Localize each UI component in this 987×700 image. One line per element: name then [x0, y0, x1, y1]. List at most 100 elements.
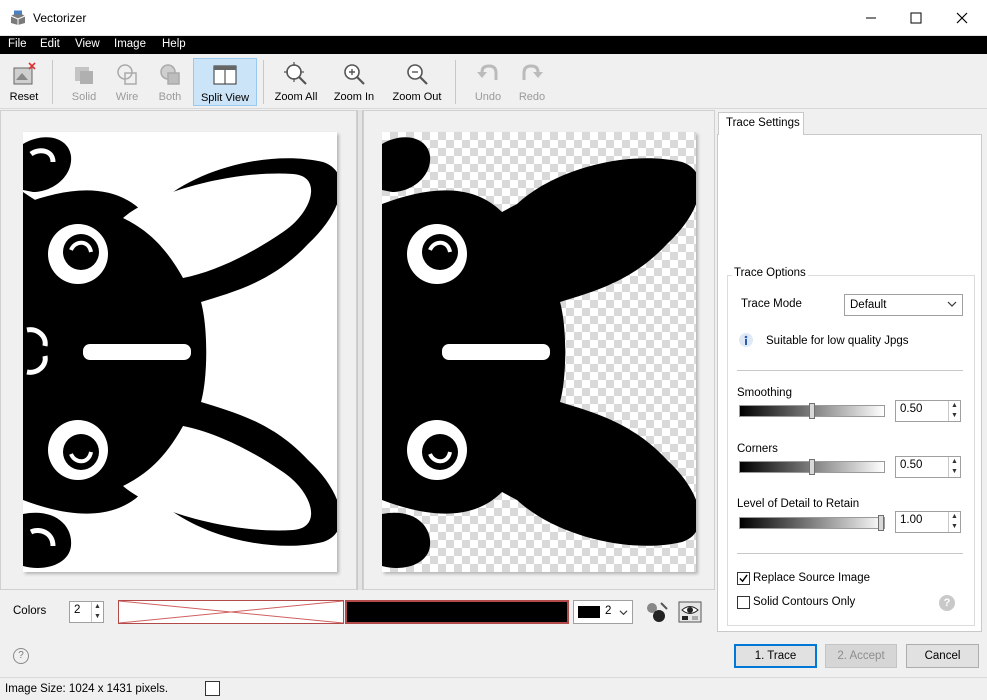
toolbar: Reset Solid Wire Both Split View Zoom Al… — [0, 54, 987, 109]
corners-value: 0.50 — [900, 459, 923, 471]
chevron-up-icon[interactable]: ▲ — [949, 457, 960, 467]
split-view-icon — [213, 65, 237, 85]
solid-button[interactable]: Solid — [66, 58, 102, 106]
chevron-down-icon[interactable]: ▼ — [949, 411, 960, 421]
menu-help[interactable]: Help — [162, 38, 186, 50]
smoothing-stepper[interactable]: 0.50 ▲ ▼ — [895, 400, 961, 422]
divider — [737, 553, 963, 554]
app-icon — [10, 10, 26, 25]
result-image-pane[interactable] — [363, 110, 715, 590]
detail-stepper[interactable]: 1.00 ▲ ▼ — [895, 511, 961, 533]
title-bar: Vectorizer — [0, 0, 987, 36]
menu-edit[interactable]: Edit — [40, 38, 60, 50]
stepper-arrows[interactable]: ▲ ▼ — [91, 602, 103, 622]
detail-slider[interactable] — [739, 515, 885, 531]
preview-eye-icon[interactable] — [678, 601, 702, 623]
both-button[interactable]: Both — [152, 58, 188, 106]
zoom-in-label: Zoom In — [333, 91, 375, 103]
minimize-button[interactable] — [848, 0, 894, 36]
eyedropper-icon[interactable] — [643, 599, 669, 625]
wire-button[interactable]: Wire — [109, 58, 145, 106]
minimize-icon — [866, 17, 876, 19]
stepper-arrows[interactable]: ▲ ▼ — [948, 457, 960, 477]
solid-contours-checkbox[interactable] — [737, 596, 750, 609]
status-indicator-box — [205, 681, 220, 696]
solid-label: Solid — [71, 91, 97, 103]
smoothing-label: Smoothing — [737, 387, 792, 399]
colors-count-stepper[interactable]: 2 ▲ ▼ — [69, 601, 104, 623]
checkmark-icon — [739, 574, 748, 583]
redo-icon — [522, 64, 543, 80]
chevron-up-icon[interactable]: ▲ — [92, 602, 103, 612]
smoothing-slider[interactable] — [739, 403, 885, 419]
transparent-color-swatch[interactable] — [118, 600, 344, 624]
replace-source-checkbox[interactable] — [737, 572, 750, 585]
reset-button[interactable]: Reset — [6, 58, 42, 106]
help-icon[interactable]: ? — [939, 595, 955, 611]
zoom-all-label: Zoom All — [274, 91, 318, 103]
trace-mode-select[interactable]: Default — [844, 294, 963, 316]
zoom-out-label: Zoom Out — [392, 91, 442, 103]
split-view-label: Split View — [200, 92, 250, 104]
trace-options-title: Trace Options — [732, 267, 808, 279]
chevron-up-icon[interactable]: ▲ — [949, 512, 960, 522]
trace-mode-value: Default — [850, 299, 887, 311]
cancel-button[interactable]: Cancel — [906, 644, 979, 668]
palette-dropdown[interactable]: 2 — [573, 600, 633, 624]
menu-file[interactable]: File — [8, 38, 27, 50]
zoom-out-button[interactable]: Zoom Out — [388, 58, 446, 106]
menu-image[interactable]: Image — [114, 38, 146, 50]
chevron-up-icon[interactable]: ▲ — [949, 401, 960, 411]
zoom-in-button[interactable]: Zoom In — [330, 58, 378, 106]
colors-count-value: 2 — [74, 604, 81, 616]
chevron-down-icon[interactable]: ▼ — [949, 467, 960, 477]
corners-stepper[interactable]: 0.50 ▲ ▼ — [895, 456, 961, 478]
wire-label: Wire — [115, 91, 139, 103]
toolbar-separator — [263, 60, 264, 104]
wire-icon — [117, 64, 137, 85]
accept-button[interactable]: 2. Accept — [825, 644, 897, 668]
reset-icon — [13, 62, 36, 85]
menu-view[interactable]: View — [75, 38, 100, 50]
chevron-down-icon — [947, 301, 957, 307]
split-view-button[interactable]: Split View — [193, 58, 257, 106]
maximize-icon — [910, 12, 922, 24]
zoom-all-button[interactable]: Zoom All — [272, 58, 320, 106]
chevron-down-icon[interactable]: ▼ — [949, 522, 960, 532]
undo-label: Undo — [474, 91, 502, 103]
undo-button[interactable]: Undo — [470, 58, 506, 106]
solid-contours-label[interactable]: Solid Contours Only — [753, 596, 855, 608]
source-image-pane[interactable] — [0, 110, 357, 590]
close-icon — [956, 12, 968, 24]
image-size-status: Image Size: 1024 x 1431 pixels. — [5, 683, 169, 695]
help-icon[interactable]: ? — [13, 648, 29, 664]
undo-icon — [477, 64, 498, 80]
palette-count: 2 — [605, 605, 612, 617]
tab-trace-settings[interactable]: Trace Settings — [718, 112, 804, 135]
stepper-arrows[interactable]: ▲ ▼ — [948, 401, 960, 421]
chevron-down-icon[interactable]: ▼ — [92, 612, 103, 622]
maximize-button[interactable] — [893, 0, 939, 36]
status-bar: Image Size: 1024 x 1431 pixels. — [0, 677, 987, 700]
smoothing-value: 0.50 — [900, 403, 923, 415]
corners-slider[interactable] — [739, 459, 885, 475]
redo-button[interactable]: Redo — [514, 58, 550, 106]
traced-image — [382, 132, 696, 572]
trace-mode-info: Suitable for low quality Jpgs — [766, 335, 909, 347]
vectorizer-window: Vectorizer File Edit View Image Help Res… — [0, 0, 987, 700]
source-image — [23, 132, 337, 572]
transparent-swatch-icon — [119, 601, 343, 623]
replace-source-label[interactable]: Replace Source Image — [753, 572, 870, 584]
zoom-in-icon — [344, 64, 365, 85]
black-color-swatch[interactable] — [345, 600, 569, 624]
stepper-arrows[interactable]: ▲ ▼ — [948, 512, 960, 532]
detail-slider-thumb[interactable] — [878, 515, 884, 531]
detail-label: Level of Detail to Retain — [737, 498, 860, 510]
trace-button[interactable]: 1. Trace — [734, 644, 817, 668]
smoothing-slider-thumb[interactable] — [809, 403, 815, 419]
bulldog-artwork-traced — [382, 137, 696, 568]
corners-slider-thumb[interactable] — [809, 459, 815, 475]
colors-label: Colors — [13, 605, 47, 617]
detail-value: 1.00 — [900, 514, 923, 526]
close-button[interactable] — [939, 0, 985, 36]
